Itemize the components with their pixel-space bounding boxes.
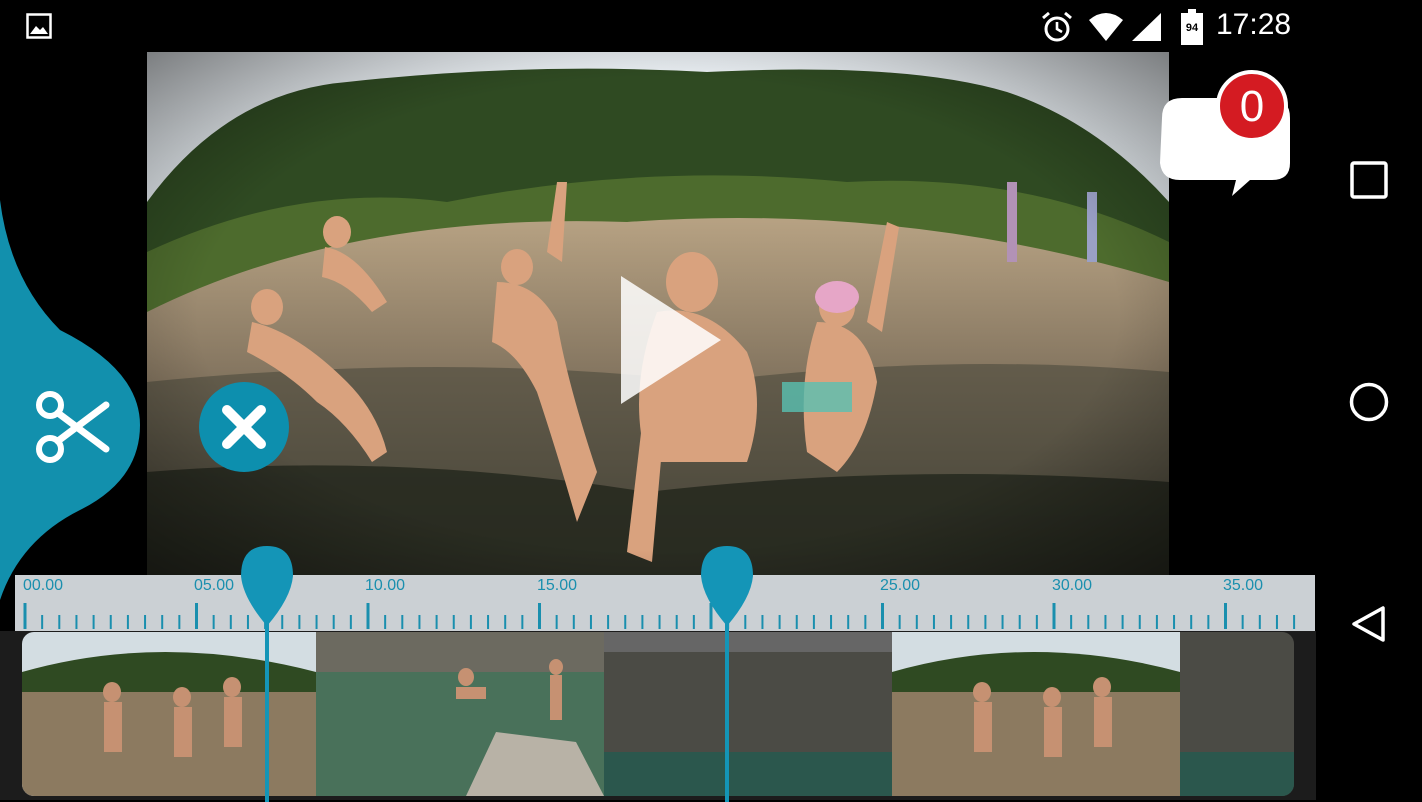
notification-count: 0: [1239, 82, 1265, 131]
tick-label: 00.00: [23, 577, 64, 594]
tick-label: 25.00: [880, 577, 921, 594]
back-icon: [1352, 606, 1385, 642]
tick-label: 15.00: [537, 577, 578, 594]
tick-label: 10.00: [365, 577, 406, 594]
thumbnail-5: [1180, 632, 1294, 796]
notification-badge[interactable]: 0: [1216, 70, 1288, 142]
thumbnail-4: [892, 632, 1180, 796]
tick-label: 30.00: [1052, 577, 1093, 594]
home-button[interactable]: [1316, 360, 1422, 440]
battery-level: 94: [1185, 22, 1199, 34]
trim-start-marker-icon: [241, 546, 293, 626]
navigation-bar: [1316, 52, 1422, 800]
thumbnail-2: [316, 632, 604, 796]
close-icon: [222, 405, 266, 449]
trim-end-marker-icon: [701, 546, 753, 626]
tick-label: 35.00: [1223, 577, 1264, 594]
tick-label: 05.00: [194, 577, 235, 594]
gallery-icon: [26, 13, 52, 39]
signal-icon: [1132, 13, 1161, 41]
play-icon[interactable]: [617, 272, 725, 408]
timeline-ruler[interactable]: 00.00 05.00 10.00 15.00 25.00 30.00 35.0…: [15, 575, 1315, 631]
trim-end-handle[interactable]: [697, 542, 757, 802]
trim-end-line: [725, 622, 729, 802]
trim-start-line: [265, 622, 269, 802]
recents-button[interactable]: [1316, 138, 1422, 218]
tick-marks: [23, 603, 1296, 629]
video-preview[interactable]: [147, 52, 1169, 576]
alarm-icon: [1042, 11, 1072, 42]
wifi-icon: [1089, 13, 1123, 41]
status-bar: 94 17:28: [0, 0, 1422, 52]
circle-icon: [1349, 382, 1389, 422]
film-strip[interactable]: [22, 632, 1294, 796]
trim-start-handle[interactable]: [237, 542, 297, 802]
clock: 17:28: [1216, 8, 1292, 41]
back-button[interactable]: [1316, 582, 1422, 662]
square-icon: [1350, 161, 1388, 199]
close-button[interactable]: [199, 382, 289, 472]
scissors-icon[interactable]: [30, 385, 110, 475]
